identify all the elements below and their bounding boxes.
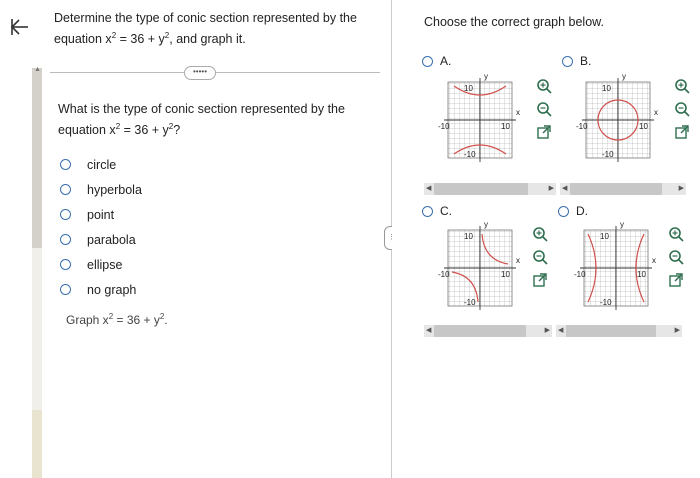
option-b[interactable]: B. [562,54,591,68]
scroll-thumb[interactable] [566,325,656,337]
question-pane: Determine the type of conic section repr… [46,0,391,478]
scroll-up-arrow-icon[interactable]: ▲ [34,66,41,73]
answer-choices: circle hyperbola point parabola ellipse … [60,152,142,302]
scroll-thumb[interactable] [434,325,526,337]
zoom-in-icon[interactable] [668,226,684,242]
graph-tools-a [536,78,558,147]
zoom-in-icon[interactable] [536,78,552,94]
zoom-out-icon[interactable] [532,249,548,265]
scroll-right-icon[interactable]: ▶ [545,325,550,337]
option-d[interactable]: D. [558,204,588,218]
radio-button[interactable] [562,55,573,67]
radio-button[interactable] [60,209,71,220]
scroll-right-icon[interactable]: ▶ [679,183,684,195]
choice-parabola[interactable]: parabola [60,227,142,252]
left-gutter: ▲ [0,0,46,478]
question-text: Determine the type of conic section repr… [54,11,357,47]
option-c[interactable]: C. [422,204,452,218]
external-link-icon[interactable] [674,124,690,140]
radio-button[interactable] [60,234,71,245]
choice-no-graph[interactable]: no graph [60,277,142,302]
scroll-thumb[interactable] [570,183,662,195]
choice-point[interactable]: point [60,202,142,227]
zoom-in-icon[interactable] [674,78,690,94]
radio-button[interactable] [60,159,71,170]
graph-tools-d [668,226,690,295]
radio-button[interactable] [60,184,71,195]
graph-tools-c [532,226,554,295]
external-link-icon[interactable] [668,272,684,288]
zoom-in-icon[interactable] [532,226,548,242]
radio-button[interactable] [422,55,433,67]
graph-option-a: y 10 -10 10 -10 x [438,72,520,162]
radio-button[interactable] [60,259,71,270]
answer-pane: Choose the correct graph below. A. y 10 … [392,0,700,478]
graph-a-scrollbar[interactable]: ◀ ▶ [424,183,556,195]
choice-ellipse[interactable]: ellipse [60,252,142,277]
graph-tools-b [674,78,696,147]
scroll-left-icon[interactable]: ◀ [562,183,567,195]
zoom-out-icon[interactable] [674,101,690,117]
zoom-out-icon[interactable] [536,101,552,117]
scroll-right-icon[interactable]: ▶ [549,183,554,195]
graph-option-d: y 10 -10 10 -10 x [574,220,656,310]
expand-more-button[interactable]: ••••• [184,66,216,80]
graph-instruction: Graph x2 = 36 + y2. [66,312,168,327]
zoom-out-icon[interactable] [668,249,684,265]
choice-hyperbola[interactable]: hyperbola [60,177,142,202]
external-link-icon[interactable] [536,124,552,140]
choice-circle[interactable]: circle [60,152,142,177]
graph-b-scrollbar[interactable]: ◀ ▶ [560,183,686,195]
radio-button[interactable] [558,205,569,217]
scroll-left-icon[interactable]: ◀ [426,183,431,195]
radio-button[interactable] [60,284,71,295]
option-a[interactable]: A. [422,54,451,68]
sidebar-scroll-thumb[interactable] [32,68,42,248]
graph-option-b: y 10 -10 10 -10 x [576,72,658,162]
graph-option-c: y 10 -10 10 -10 x [438,220,520,310]
scroll-left-icon[interactable]: ◀ [426,325,431,337]
choose-graph-prompt: Choose the correct graph below. [424,15,604,29]
graph-c-scrollbar[interactable]: ◀ ▶ [424,325,552,337]
graph-d-scrollbar[interactable]: ◀ ▶ [556,325,682,337]
sub-question-text: What is the type of conic section repres… [58,102,345,138]
scroll-left-icon[interactable]: ◀ [558,325,563,337]
external-link-icon[interactable] [532,272,548,288]
back-arrow-icon[interactable] [8,16,30,38]
sidebar-bottom-strip [32,410,42,478]
scroll-right-icon[interactable]: ▶ [675,325,680,337]
scroll-thumb[interactable] [434,183,528,195]
radio-button[interactable] [422,205,433,217]
